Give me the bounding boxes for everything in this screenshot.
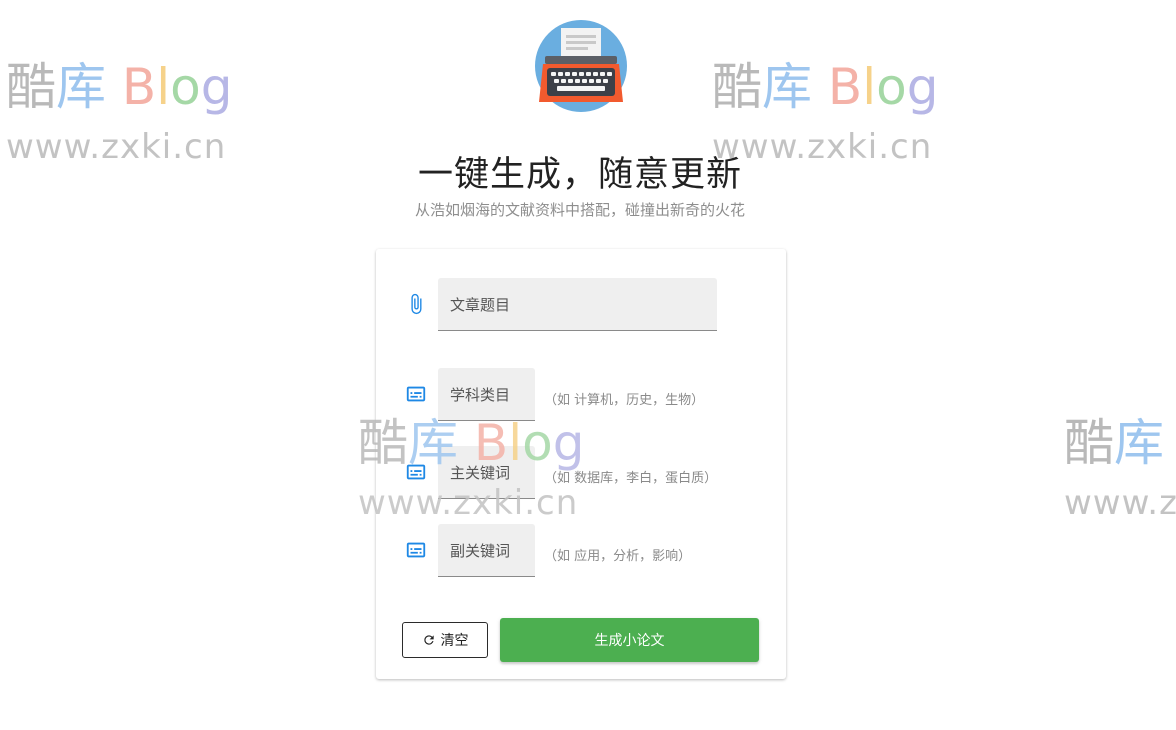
- subject-placeholder: 学科类目: [450, 385, 511, 404]
- main-keyword-input[interactable]: 主关键词: [438, 446, 535, 499]
- main-keyword-placeholder: 主关键词: [450, 463, 511, 482]
- subject-hint: （如 计算机，历史，生物）: [544, 393, 705, 408]
- article-title-input[interactable]: 文章题目: [438, 278, 717, 331]
- typewriter-logo-icon: [535, 20, 627, 112]
- sub-keyword-input[interactable]: 副关键词: [438, 524, 535, 577]
- sub-keyword-hint: （如 应用，分析，影响）: [544, 549, 692, 564]
- refresh-icon: [423, 635, 434, 645]
- generate-button-label: 生成小论文: [594, 633, 665, 649]
- watermark: 酷库 www.z: [1064, 414, 1176, 523]
- sub-keyword-placeholder: 副关键词: [450, 541, 511, 560]
- clear-button-label: 清空: [440, 633, 469, 649]
- subtitles-icon: [406, 464, 426, 480]
- subtitles-icon: [406, 386, 426, 402]
- page-title: 一键生成，随意更新: [417, 155, 742, 195]
- generate-essay-button[interactable]: 生成小论文: [500, 618, 759, 662]
- page: 酷库 Blog www.zxki.cn 酷库 Blog www.zxki.cn …: [0, 0, 1176, 730]
- page-subtitle: 从浩如烟海的文献资料中搭配，碰撞出新奇的火花: [414, 201, 745, 219]
- subject-input[interactable]: 学科类目: [438, 368, 535, 421]
- paperclip-icon: [411, 293, 422, 315]
- subtitles-icon: [406, 542, 426, 558]
- article-title-placeholder: 文章题目: [450, 295, 511, 314]
- clear-button[interactable]: 清空: [402, 622, 488, 658]
- form-card: 文章题目 学科类目 （如 计算机，历史，生物） 主关键词 （如 数据库，李白，蛋…: [376, 249, 786, 679]
- main-keyword-hint: （如 数据库，李白，蛋白质）: [544, 471, 718, 486]
